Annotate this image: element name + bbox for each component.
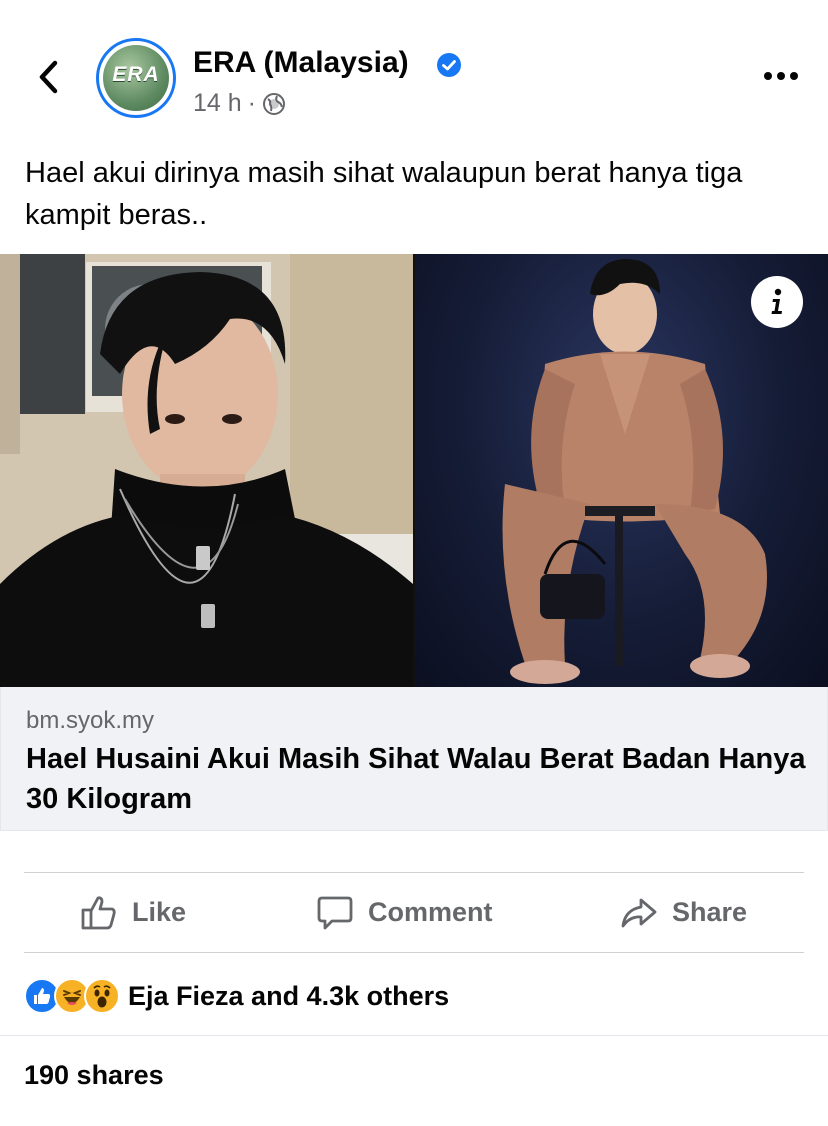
verified-badge-icon (437, 53, 461, 77)
post-header: ERA ERA (Malaysia) 14 h · (0, 0, 828, 150)
link-domain: bm.syok.my (26, 707, 155, 734)
share-arrow-icon (621, 898, 657, 927)
wow-reaction-icon (84, 978, 120, 1014)
post-meta: 14 h · (193, 89, 286, 118)
share-label: Share (672, 897, 748, 927)
comment-button[interactable]: Comment (316, 873, 493, 952)
meta-separator: · (247, 89, 256, 117)
shares-count[interactable]: 190 shares (24, 1060, 164, 1091)
info-icon (771, 288, 782, 314)
chevron-left-icon (39, 60, 58, 94)
thumbs-up-icon (81, 895, 116, 929)
link-preview-image[interactable] (0, 254, 828, 687)
more-horizontal-icon (764, 72, 798, 80)
like-button[interactable]: Like (80, 873, 186, 952)
action-bar: Like Comment Share (24, 873, 804, 952)
share-button[interactable]: Share (620, 873, 747, 952)
comment-icon (317, 896, 353, 929)
page-name-link[interactable]: ERA (Malaysia) (193, 46, 409, 80)
era-logo: ERA (112, 63, 160, 86)
more-options-button[interactable] (758, 60, 804, 92)
link-title: Hael Husaini Akui Masih Sihat Walau Bera… (26, 743, 806, 815)
globe-icon (263, 92, 285, 115)
reactions-summary[interactable]: Eja Fieza and 4.3k others (24, 976, 449, 1016)
link-preview-card[interactable]: bm.syok.my Hael Husaini Akui Masih Sihat… (0, 687, 828, 831)
page-avatar[interactable]: ERA (96, 38, 176, 118)
comment-label: Comment (368, 897, 493, 927)
reactions-text: Eja Fieza and 4.3k others (128, 980, 450, 1011)
reaction-icons (24, 978, 120, 1014)
like-label: Like (132, 897, 187, 927)
info-button[interactable] (751, 276, 803, 328)
post-timestamp[interactable]: 14 h (193, 89, 242, 118)
back-button[interactable] (30, 55, 66, 99)
actions-bottom-divider (24, 952, 804, 953)
section-divider (0, 1035, 828, 1036)
post-message: Hael akui dirinya masih sihat walaupun b… (25, 157, 743, 231)
photo-left-portrait (0, 254, 413, 687)
